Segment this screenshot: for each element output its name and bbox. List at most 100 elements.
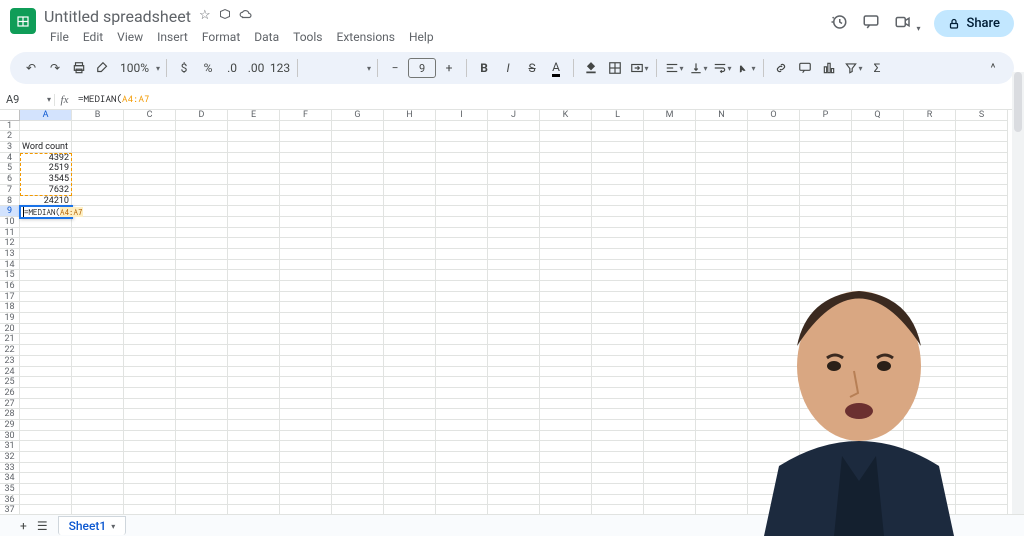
cell-A31[interactable] xyxy=(20,441,72,452)
cell-G35[interactable] xyxy=(332,484,384,495)
cell-D25[interactable] xyxy=(176,377,228,388)
cell-K24[interactable] xyxy=(540,367,592,378)
cell-O22[interactable] xyxy=(748,345,800,356)
borders-button[interactable] xyxy=(604,57,626,79)
row-header-10[interactable]: 10 xyxy=(0,217,20,228)
cell-H28[interactable] xyxy=(384,409,436,420)
cell-M23[interactable] xyxy=(644,356,696,367)
cell-H14[interactable] xyxy=(384,260,436,271)
cell-F6[interactable] xyxy=(280,174,332,185)
font-size-increase[interactable]: + xyxy=(438,57,460,79)
print-button[interactable] xyxy=(68,57,90,79)
cell-J15[interactable] xyxy=(488,270,540,281)
cell-C34[interactable] xyxy=(124,473,176,484)
cell-I35[interactable] xyxy=(436,484,488,495)
col-header-E[interactable]: E xyxy=(228,110,280,121)
cell-A4[interactable]: 4392 xyxy=(20,153,72,164)
cell-K22[interactable] xyxy=(540,345,592,356)
col-header-G[interactable]: G xyxy=(332,110,384,121)
cell-H34[interactable] xyxy=(384,473,436,484)
cell-B7[interactable] xyxy=(72,185,124,196)
cell-Q12[interactable] xyxy=(852,238,904,249)
cell-L34[interactable] xyxy=(592,473,644,484)
cell-O23[interactable] xyxy=(748,356,800,367)
cell-M27[interactable] xyxy=(644,399,696,410)
cell-L26[interactable] xyxy=(592,388,644,399)
cell-E1[interactable] xyxy=(228,121,280,132)
cell-C11[interactable] xyxy=(124,228,176,239)
cell-G24[interactable] xyxy=(332,367,384,378)
cell-R27[interactable] xyxy=(904,399,956,410)
cell-O20[interactable] xyxy=(748,324,800,335)
cell-A33[interactable] xyxy=(20,463,72,474)
cell-R7[interactable] xyxy=(904,185,956,196)
cell-N28[interactable] xyxy=(696,409,748,420)
menu-insert[interactable]: Insert xyxy=(151,28,194,46)
cell-P26[interactable] xyxy=(800,388,852,399)
cell-I26[interactable] xyxy=(436,388,488,399)
cell-R13[interactable] xyxy=(904,249,956,260)
row-header-23[interactable]: 23 xyxy=(0,356,20,367)
cell-I23[interactable] xyxy=(436,356,488,367)
cell-G15[interactable] xyxy=(332,270,384,281)
cell-S6[interactable] xyxy=(956,174,1008,185)
cell-R15[interactable] xyxy=(904,270,956,281)
col-header-K[interactable]: K xyxy=(540,110,592,121)
cell-K18[interactable] xyxy=(540,302,592,313)
cell-D35[interactable] xyxy=(176,484,228,495)
cell-S2[interactable] xyxy=(956,131,1008,142)
cell-A16[interactable] xyxy=(20,281,72,292)
cell-S10[interactable] xyxy=(956,217,1008,228)
menu-view[interactable]: View xyxy=(111,28,149,46)
cell-C29[interactable] xyxy=(124,420,176,431)
cell-S25[interactable] xyxy=(956,377,1008,388)
cell-E2[interactable] xyxy=(228,131,280,142)
row-header-16[interactable]: 16 xyxy=(0,281,20,292)
cell-M3[interactable] xyxy=(644,142,696,153)
cell-H24[interactable] xyxy=(384,367,436,378)
cell-E28[interactable] xyxy=(228,409,280,420)
cell-H31[interactable] xyxy=(384,441,436,452)
cell-M9[interactable] xyxy=(644,206,696,217)
fill-color-button[interactable] xyxy=(580,57,602,79)
col-header-C[interactable]: C xyxy=(124,110,176,121)
cell-R29[interactable] xyxy=(904,420,956,431)
col-header-D[interactable]: D xyxy=(176,110,228,121)
cell-A7[interactable]: 7632 xyxy=(20,185,72,196)
cell-R12[interactable] xyxy=(904,238,956,249)
cell-R24[interactable] xyxy=(904,367,956,378)
cell-Q13[interactable] xyxy=(852,249,904,260)
bold-button[interactable]: B xyxy=(473,57,495,79)
cell-O36[interactable] xyxy=(748,495,800,506)
cell-D7[interactable] xyxy=(176,185,228,196)
cell-O1[interactable] xyxy=(748,121,800,132)
cell-N31[interactable] xyxy=(696,441,748,452)
cell-P12[interactable] xyxy=(800,238,852,249)
col-header-M[interactable]: M xyxy=(644,110,696,121)
cell-J18[interactable] xyxy=(488,302,540,313)
cell-R21[interactable] xyxy=(904,334,956,345)
cell-E29[interactable] xyxy=(228,420,280,431)
col-header-H[interactable]: H xyxy=(384,110,436,121)
cell-J11[interactable] xyxy=(488,228,540,239)
cell-K26[interactable] xyxy=(540,388,592,399)
zoom-select[interactable]: 100% xyxy=(116,61,153,75)
cell-S20[interactable] xyxy=(956,324,1008,335)
cell-F20[interactable] xyxy=(280,324,332,335)
cell-I20[interactable] xyxy=(436,324,488,335)
cell-H17[interactable] xyxy=(384,292,436,303)
cell-E23[interactable] xyxy=(228,356,280,367)
cell-M17[interactable] xyxy=(644,292,696,303)
cell-B26[interactable] xyxy=(72,388,124,399)
col-header-Q[interactable]: Q xyxy=(852,110,904,121)
cell-C27[interactable] xyxy=(124,399,176,410)
cell-K1[interactable] xyxy=(540,121,592,132)
sheet-tab-menu-icon[interactable]: ▾ xyxy=(111,522,115,531)
col-header-F[interactable]: F xyxy=(280,110,332,121)
cell-P35[interactable] xyxy=(800,484,852,495)
cell-S19[interactable] xyxy=(956,313,1008,324)
row-header-9[interactable]: 9 xyxy=(0,206,20,217)
cell-J23[interactable] xyxy=(488,356,540,367)
cell-I28[interactable] xyxy=(436,409,488,420)
cell-C12[interactable] xyxy=(124,238,176,249)
